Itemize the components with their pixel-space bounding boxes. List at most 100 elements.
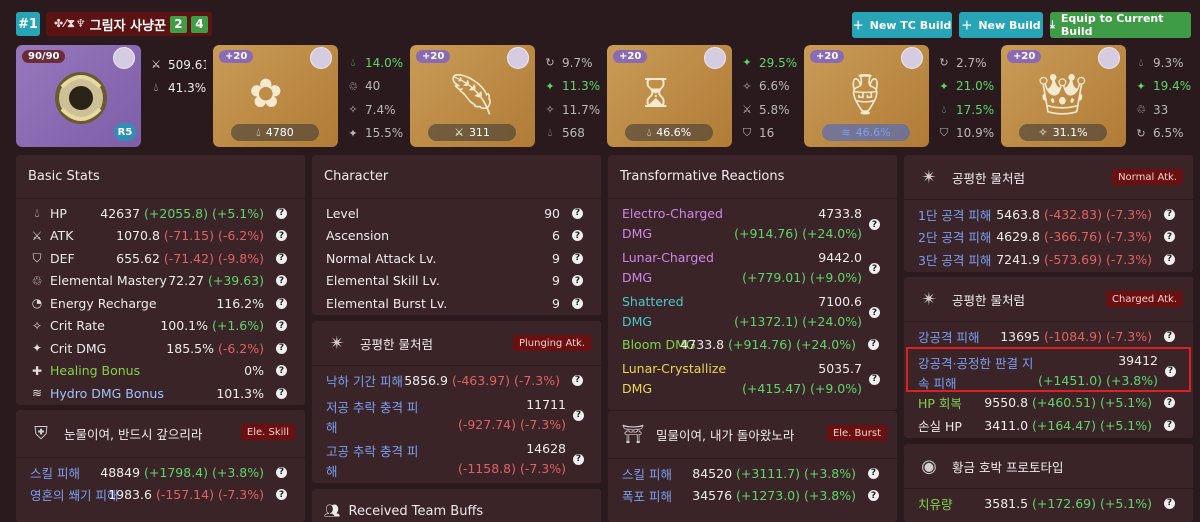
artifact-card[interactable]: +20 ✿ 💧︎ 4780 💧︎ 14.0% ♲ 40 ✧ 7.4% ✦ 15.5% bbox=[213, 45, 403, 147]
substat-value: 29.5% bbox=[759, 55, 797, 70]
lunar-charged-pct: (+9.0%) bbox=[810, 270, 862, 285]
artifact-card[interactable]: +20 👑︎ ✧ 31.1% 💧︎ 9.3% ✦ 19.4% ♲ 33 ↻ 6.5% bbox=[1001, 45, 1191, 147]
low-plunge-value: 11711 bbox=[526, 396, 566, 412]
help-icon[interactable]: ? bbox=[572, 230, 583, 242]
help-icon[interactable]: ? bbox=[276, 207, 287, 219]
stat-label: Healing Bonus bbox=[50, 363, 141, 379]
amber-panel: ◉ 황금 호박 프로토타입 치유량 3581.5 (+172.69) (+5.1%)… bbox=[904, 444, 1193, 522]
help-icon[interactable]: ? bbox=[868, 467, 879, 479]
artifact-card[interactable]: +20 🪶︎ ⚔ 311 ↻ 9.7% ✦ 11.3% ✧ 11.7% 💧︎ 568 bbox=[410, 45, 600, 147]
high-plunge-label: 고공 추락 충격 피 bbox=[326, 443, 419, 459]
new-tc-build-button[interactable]: ＋ New TC Build bbox=[852, 12, 952, 38]
help-icon[interactable]: ? bbox=[572, 374, 583, 386]
stat-bonus: (-71.15) bbox=[163, 228, 214, 244]
help-icon[interactable]: ? bbox=[868, 338, 879, 350]
skill-panel: ⛨ 눈물이여, 반드시 갚으리라 Ele. Skill 스킬 피해 48849 (+… bbox=[16, 410, 305, 522]
help-icon[interactable]: ? bbox=[1164, 253, 1175, 265]
help-icon[interactable]: ? bbox=[1164, 231, 1175, 243]
team-buffs-title: Received Team Buffs bbox=[348, 503, 484, 519]
stat-value: 101.3% bbox=[216, 385, 264, 401]
help-icon[interactable]: ? bbox=[869, 373, 880, 385]
stat-value-group: 7241.9 (-573.69) (-7.3%)? bbox=[996, 252, 1175, 267]
help-icon[interactable]: ? bbox=[1164, 330, 1175, 342]
artifact-card[interactable]: +20 ⏳︎ 💧︎ 46.6% ✦ 29.5% ✧ 6.6% ⚔ 5.8% ⛉ 16 bbox=[607, 45, 797, 147]
help-icon[interactable]: ? bbox=[573, 453, 584, 465]
plunging-atk-tag: Plunging Atk. bbox=[512, 335, 591, 351]
healing-bonus: (+172.69) bbox=[1032, 495, 1097, 511]
atk-icon: ⚔ bbox=[454, 126, 464, 139]
crit-dmg-icon: ✦ bbox=[545, 79, 555, 93]
help-icon[interactable]: ? bbox=[1164, 397, 1175, 409]
stat-row-hp-loss: 손실 HP 3411.0 (+164.47) (+5.1%)? bbox=[904, 414, 1193, 437]
weapon-card[interactable]: 90/90 R5 ⚔ 509.61 💧︎ 41.3% bbox=[16, 45, 206, 147]
help-icon[interactable]: ? bbox=[276, 387, 287, 399]
help-icon[interactable]: ? bbox=[573, 409, 584, 421]
substat-row: ↻ 6.5% bbox=[1135, 122, 1191, 146]
artifact-substats: ↻ 2.7% ✦ 21.0% 💧︎ 17.5% ⛉ 10.9% bbox=[938, 51, 994, 145]
help-icon[interactable]: ? bbox=[276, 275, 287, 287]
substat-value: 14.0% bbox=[365, 55, 403, 70]
substat-value: 40 bbox=[365, 79, 381, 94]
er-icon: ↻ bbox=[939, 56, 949, 70]
help-icon[interactable]: ? bbox=[276, 365, 287, 377]
help-icon[interactable]: ? bbox=[1164, 419, 1175, 431]
help-icon[interactable]: ? bbox=[276, 252, 287, 264]
help-icon[interactable]: ? bbox=[276, 230, 287, 242]
substat-value: 19.4% bbox=[1153, 79, 1191, 94]
help-icon[interactable]: ? bbox=[1164, 208, 1175, 220]
help-icon[interactable]: ? bbox=[572, 297, 583, 309]
help-icon[interactable]: ? bbox=[276, 489, 287, 501]
help-icon[interactable]: ? bbox=[572, 252, 583, 264]
new-build-button[interactable]: ＋ New Build bbox=[959, 12, 1043, 38]
stat-value: 5463.8 bbox=[996, 206, 1040, 222]
help-icon[interactable]: ? bbox=[276, 342, 287, 354]
character-row: Level 90? bbox=[312, 202, 601, 225]
help-icon[interactable]: ? bbox=[572, 207, 583, 219]
help-icon[interactable]: ? bbox=[276, 466, 287, 478]
equip-current-build-button[interactable]: ⤓ Equip to Current Build bbox=[1050, 12, 1191, 38]
substat-value: 11.3% bbox=[562, 79, 600, 94]
help-icon[interactable]: ? bbox=[276, 320, 287, 332]
owner-avatar bbox=[901, 47, 923, 69]
substat-value: 6.5% bbox=[1153, 126, 1184, 141]
character-value: 9 bbox=[552, 273, 560, 289]
stat-label: 스킬 피해 bbox=[30, 465, 80, 481]
stat-value-group: 1983.6 (-157.14) (-7.3%)? bbox=[108, 487, 287, 502]
substat-value: 33 bbox=[1153, 102, 1169, 117]
reactions-title: Transformative Reactions bbox=[608, 155, 897, 199]
help-icon[interactable]: ? bbox=[869, 307, 880, 318]
lunar-charged-label: Lunar-Charged bbox=[622, 250, 714, 265]
help-icon[interactable]: ? bbox=[276, 297, 287, 309]
stat-value: 7241.9 bbox=[996, 251, 1040, 267]
substat-row: ♲ 33 bbox=[1135, 98, 1191, 122]
help-icon[interactable]: ? bbox=[1164, 497, 1175, 509]
substat-row: ✦ 15.5% bbox=[347, 122, 403, 146]
weapon-sub-stat: 💧︎ 41.3% bbox=[150, 77, 206, 101]
electro-charged-value: 4733.8 bbox=[818, 206, 862, 221]
artifact-card[interactable]: +20 🏺︎ ≋ 46.6% ↻ 2.7% ✦ 21.0% 💧︎ 17.5% ⛉ 10.9% bbox=[804, 45, 994, 147]
stat-label-group: ≋ Hydro DMG Bonus bbox=[30, 386, 164, 401]
stat-value: 100.1% bbox=[160, 318, 209, 334]
feather-icon: ⁄ bbox=[64, 17, 67, 30]
new-tc-build-label: New TC Build bbox=[869, 18, 952, 32]
sword-icon: ⚔ bbox=[31, 228, 43, 243]
build-name-chip[interactable]: ✤ ⁄ ⧗ ♆ 그림자 사냥꾼 2 4 bbox=[46, 12, 212, 36]
weapon-sub-value: 41.3% bbox=[168, 81, 206, 96]
bloom-bonus: (+914.76) bbox=[728, 336, 793, 352]
help-icon[interactable]: ? bbox=[869, 219, 880, 230]
help-icon[interactable]: ? bbox=[868, 490, 879, 502]
help-icon[interactable]: ? bbox=[572, 275, 583, 287]
electro-charged-label: Electro-Charged bbox=[622, 206, 723, 221]
character-row: Ascension 6? bbox=[312, 225, 601, 248]
shield-icon: ⛉ bbox=[32, 250, 42, 265]
stat-label-group: ◔ Energy Recharge bbox=[30, 296, 157, 311]
stat-row: ⚔ ATK 1070.8 (-71.15) (-6.2%)? bbox=[16, 225, 305, 248]
drop-icon: 💧︎ bbox=[34, 205, 40, 220]
character-title: Character bbox=[312, 155, 601, 199]
basic-stats-title: Basic Stats bbox=[16, 155, 305, 199]
character-label: Elemental Skill Lv. bbox=[326, 273, 440, 289]
stat-label: 스킬 피해 bbox=[622, 466, 672, 482]
stat-row-lunar-charged: Lunar-Charged DMG 9442.0 (+779.01) (+9.0… bbox=[608, 245, 897, 289]
plunging-panel: ✴ 공평한 물처럼 Plunging Atk. 낙하 기간 피해 5856.9(… bbox=[312, 321, 601, 483]
help-icon[interactable]: ? bbox=[869, 263, 880, 274]
